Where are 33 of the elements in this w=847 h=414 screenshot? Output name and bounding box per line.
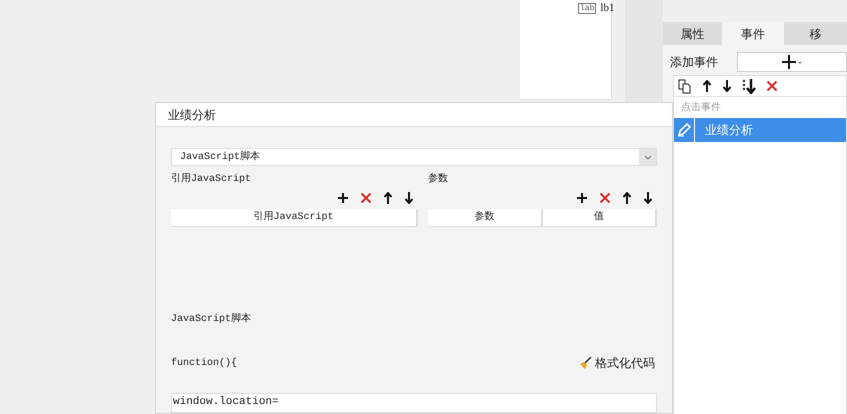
script-type-select[interactable]: JavaScript脚本 bbox=[171, 148, 657, 166]
down-arrow-icon[interactable] bbox=[643, 192, 653, 204]
up-arrow-icon[interactable] bbox=[622, 192, 632, 204]
field-label: 添加事件 bbox=[670, 54, 719, 71]
event-label: 业绩分析 bbox=[704, 122, 753, 139]
section-label: 参数 bbox=[428, 172, 449, 184]
format-code-button[interactable]: 格式化代码 bbox=[579, 354, 657, 372]
down-arrow-icon[interactable] bbox=[722, 80, 732, 92]
plus-icon bbox=[782, 55, 802, 69]
up-arrow-icon[interactable] bbox=[702, 80, 712, 92]
move-to-bottom-icon[interactable] bbox=[742, 78, 756, 94]
down-arrow-icon[interactable] bbox=[404, 192, 414, 204]
plus-icon[interactable] bbox=[576, 192, 588, 204]
tab[interactable]: 属性 bbox=[663, 22, 722, 45]
brush-icon bbox=[579, 356, 592, 370]
code-editor[interactable]: window.location= bbox=[171, 393, 657, 413]
function-header: function(){ bbox=[171, 356, 238, 370]
component-badge: lab bbox=[578, 2, 596, 14]
delete-icon[interactable] bbox=[360, 192, 372, 204]
add-event-dropdown[interactable] bbox=[737, 52, 847, 72]
delete-icon[interactable] bbox=[766, 80, 778, 92]
caret-icon[interactable] bbox=[644, 154, 652, 160]
copy-icon[interactable] bbox=[678, 78, 692, 94]
group-label: 点击事件 bbox=[680, 100, 722, 115]
delete-icon[interactable] bbox=[599, 192, 611, 204]
pencil-icon[interactable] bbox=[677, 123, 691, 137]
dialog-title: 业绩分析 bbox=[168, 106, 216, 124]
section-label: 引用JavaScript bbox=[171, 172, 252, 184]
plus-icon[interactable] bbox=[337, 192, 349, 204]
component-name[interactable]: lb1 bbox=[600, 0, 614, 16]
script-label: JavaScript脚本 bbox=[171, 312, 252, 326]
up-arrow-icon[interactable] bbox=[383, 192, 393, 204]
tab[interactable]: 移 bbox=[784, 22, 847, 45]
